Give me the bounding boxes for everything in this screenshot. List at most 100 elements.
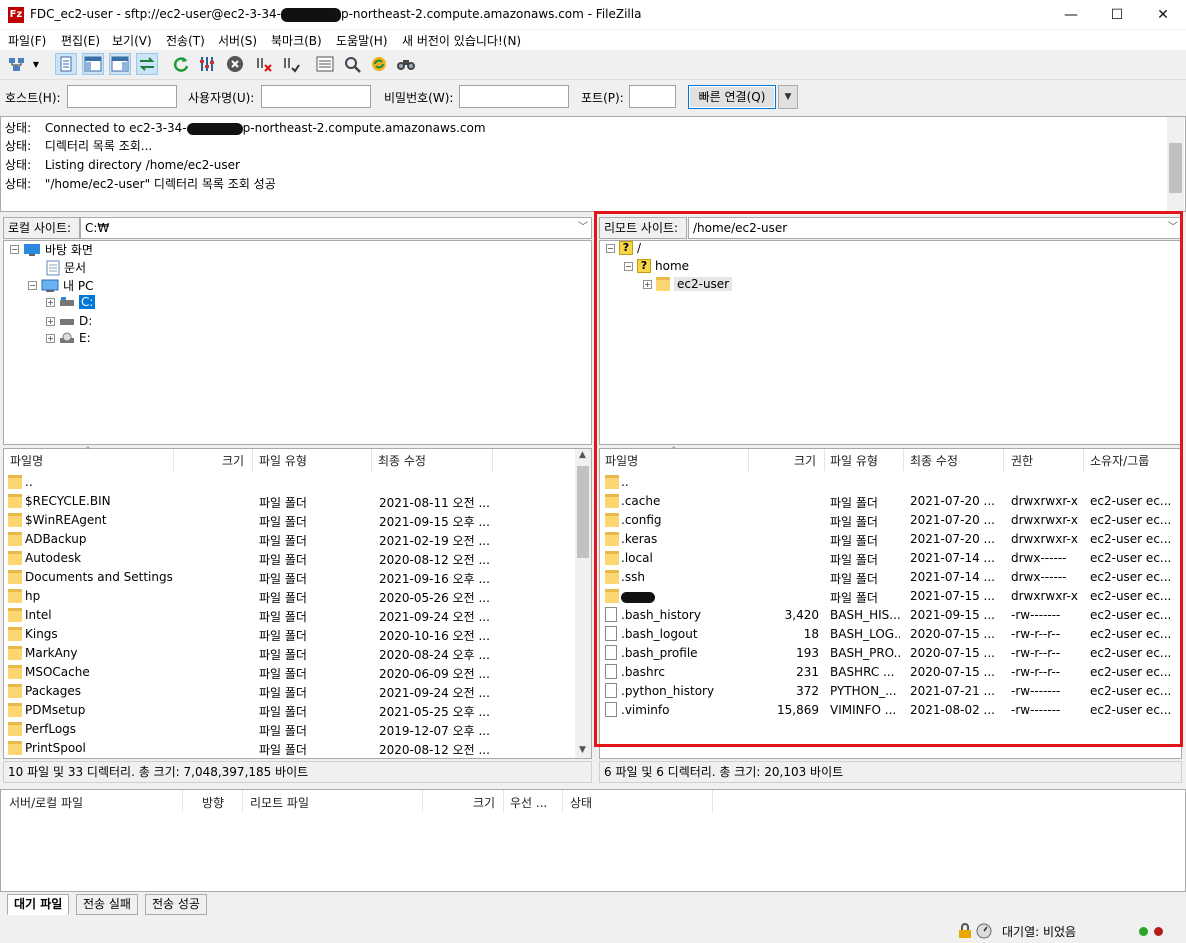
local-col-filename[interactable]: 파일명: [10, 452, 43, 469]
minimize-button[interactable]: —: [1048, 0, 1094, 30]
queue-col-remote-file[interactable]: 리모트 파일: [250, 794, 309, 811]
expand-icon[interactable]: +: [46, 297, 55, 307]
local-file-row[interactable]: $WinREAgent 파일 폴더 2021-09-15 오후 ...: [4, 510, 574, 529]
local-file-row[interactable]: $RECYCLE.BIN 파일 폴더 2021-08-11 오전 ...: [4, 491, 574, 510]
queue-col-priority[interactable]: 우선 ...: [510, 794, 547, 811]
local-file-row[interactable]: Autodesk 파일 폴더 2020-08-12 오전 ...: [4, 548, 574, 567]
menu-bookmarks[interactable]: 북마크(B): [271, 32, 322, 49]
log-scrollbar-thumb[interactable]: [1169, 143, 1182, 193]
disconnect-icon[interactable]: [253, 53, 275, 75]
collapse-icon[interactable]: −: [10, 245, 19, 254]
menu-transfer[interactable]: 전송(T): [166, 32, 205, 49]
local-col-modified[interactable]: 최종 수정: [378, 452, 426, 469]
column-separator[interactable]: [492, 449, 493, 471]
collapse-icon[interactable]: −: [28, 281, 37, 290]
process-queue-icon[interactable]: [197, 53, 219, 75]
tree-item-drive-d[interactable]: + D:: [46, 314, 92, 328]
local-file-row[interactable]: PDMsetup 파일 폴더 2021-05-25 오후 ...: [4, 700, 574, 719]
refresh-icon[interactable]: [170, 53, 192, 75]
column-separator[interactable]: [503, 790, 504, 812]
column-separator[interactable]: [242, 790, 243, 812]
local-file-row[interactable]: ..: [4, 472, 574, 491]
folder-icon: [8, 512, 22, 527]
file-name: ..: [25, 475, 33, 489]
menu-edit[interactable]: 편집(E): [61, 32, 100, 49]
tab-failed-transfers[interactable]: 전송 실패: [76, 894, 138, 915]
toggle-remote-tree-icon[interactable]: [109, 53, 131, 75]
file-type: 파일 폴더: [259, 648, 307, 662]
local-file-row[interactable]: hp 파일 폴더 2020-05-26 오전 ...: [4, 586, 574, 605]
tree-item-documents[interactable]: 문서: [46, 259, 86, 276]
local-path-combo[interactable]: C:₩ ﹀: [80, 217, 592, 239]
port-input[interactable]: [629, 85, 676, 108]
maximize-button[interactable]: ☐: [1094, 0, 1140, 30]
queue-col-local-file[interactable]: 서버/로컬 파일: [9, 794, 83, 811]
menu-server[interactable]: 서버(S): [218, 32, 257, 49]
menu-new-version[interactable]: 새 버전이 있습니다!(N): [402, 32, 521, 49]
search-binoculars-icon[interactable]: [395, 53, 417, 75]
toggle-local-tree-icon[interactable]: [82, 53, 104, 75]
local-file-row[interactable]: Intel 파일 폴더 2021-09-24 오전 ...: [4, 605, 574, 624]
queue-col-status[interactable]: 상태: [570, 794, 592, 811]
close-button[interactable]: ✕: [1140, 0, 1186, 30]
column-separator[interactable]: [562, 790, 563, 812]
host-input[interactable]: [67, 85, 177, 108]
queue-col-size[interactable]: 크기: [473, 794, 495, 811]
local-file-row[interactable]: PerfLogs 파일 폴더 2019-12-07 오후 ...: [4, 719, 574, 738]
expand-icon[interactable]: +: [46, 316, 55, 326]
local-file-row[interactable]: ADBackup 파일 폴더 2021-02-19 오전 ...: [4, 529, 574, 548]
column-separator[interactable]: [371, 449, 372, 471]
file-type: 파일 폴더: [259, 667, 307, 681]
dropdown-arrow-icon[interactable]: ▼: [30, 53, 42, 75]
local-file-row[interactable]: Packages 파일 폴더 2021-09-24 오전 ...: [4, 681, 574, 700]
toggle-comparison-icon[interactable]: [341, 53, 363, 75]
column-separator[interactable]: [182, 790, 183, 812]
file-name: ADBackup: [25, 532, 87, 546]
column-separator[interactable]: [173, 449, 174, 471]
tree-item-my-pc[interactable]: − 내 PC: [28, 277, 93, 294]
quickconnect-dropdown-icon[interactable]: ▼: [778, 85, 798, 109]
menu-help[interactable]: 도움말(H): [336, 32, 388, 49]
local-file-row[interactable]: Documents and Settings 파일 폴더 2021-09-16 오후…: [4, 567, 574, 586]
tab-queued-files[interactable]: 대기 파일: [7, 894, 70, 915]
sync-browsing-icon[interactable]: [368, 53, 390, 75]
local-list-scrollbar-thumb[interactable]: [577, 466, 589, 558]
file-modified: 2020-10-16 오전 ...: [379, 629, 490, 643]
tab-successful-transfers[interactable]: 전송 성공: [145, 894, 207, 915]
file-name: Intel: [25, 608, 52, 622]
column-separator[interactable]: [422, 790, 423, 812]
username-input[interactable]: [261, 85, 371, 108]
quickconnect-button[interactable]: 빠른 연결(Q): [688, 85, 776, 109]
column-separator[interactable]: [712, 790, 713, 812]
transfer-queue: [0, 789, 1186, 892]
local-file-row[interactable]: MSOCache 파일 폴더 2020-06-09 오전 ...: [4, 662, 574, 681]
directory-listing-filter-icon[interactable]: [314, 53, 336, 75]
file-modified: 2020-08-12 오전 ...: [379, 553, 490, 567]
column-separator[interactable]: [252, 449, 253, 471]
local-col-size[interactable]: 크기: [222, 452, 244, 469]
local-file-row[interactable]: PrintSpool 파일 폴더 2020-08-12 오전 ...: [4, 738, 574, 757]
file-name: hp: [25, 589, 41, 603]
tree-item-desktop[interactable]: − 바탕 화면: [10, 241, 93, 258]
toggle-message-log-icon[interactable]: [55, 53, 77, 75]
local-file-row[interactable]: Kings 파일 폴더 2020-10-16 오전 ...: [4, 624, 574, 643]
local-file-row[interactable]: MarkAny 파일 폴더 2020-08-24 오후 ...: [4, 643, 574, 662]
local-col-type[interactable]: 파일 유형: [259, 452, 307, 469]
folder-icon: [8, 626, 22, 641]
toggle-transfer-queue-icon[interactable]: [136, 53, 158, 75]
expand-icon[interactable]: +: [46, 333, 55, 343]
queue-col-direction[interactable]: 방향: [202, 794, 224, 811]
file-type: 파일 폴더: [259, 743, 307, 757]
tree-item-drive-e[interactable]: + E:: [46, 331, 91, 345]
cancel-icon[interactable]: [224, 53, 246, 75]
scroll-down-icon[interactable]: ▼: [579, 745, 586, 755]
password-input[interactable]: [459, 85, 569, 108]
reconnect-icon[interactable]: [280, 53, 302, 75]
menu-file[interactable]: 파일(F): [8, 32, 46, 49]
site-manager-icon[interactable]: [6, 53, 28, 75]
scroll-up-icon[interactable]: ▲: [579, 450, 586, 460]
tree-item-drive-c[interactable]: + C:: [46, 295, 96, 309]
log-line: 상태: Connected to ec2-3-34- p-northeast-2.…: [5, 121, 486, 135]
pc-icon: [41, 279, 59, 292]
menu-view[interactable]: 보기(V): [112, 32, 152, 49]
